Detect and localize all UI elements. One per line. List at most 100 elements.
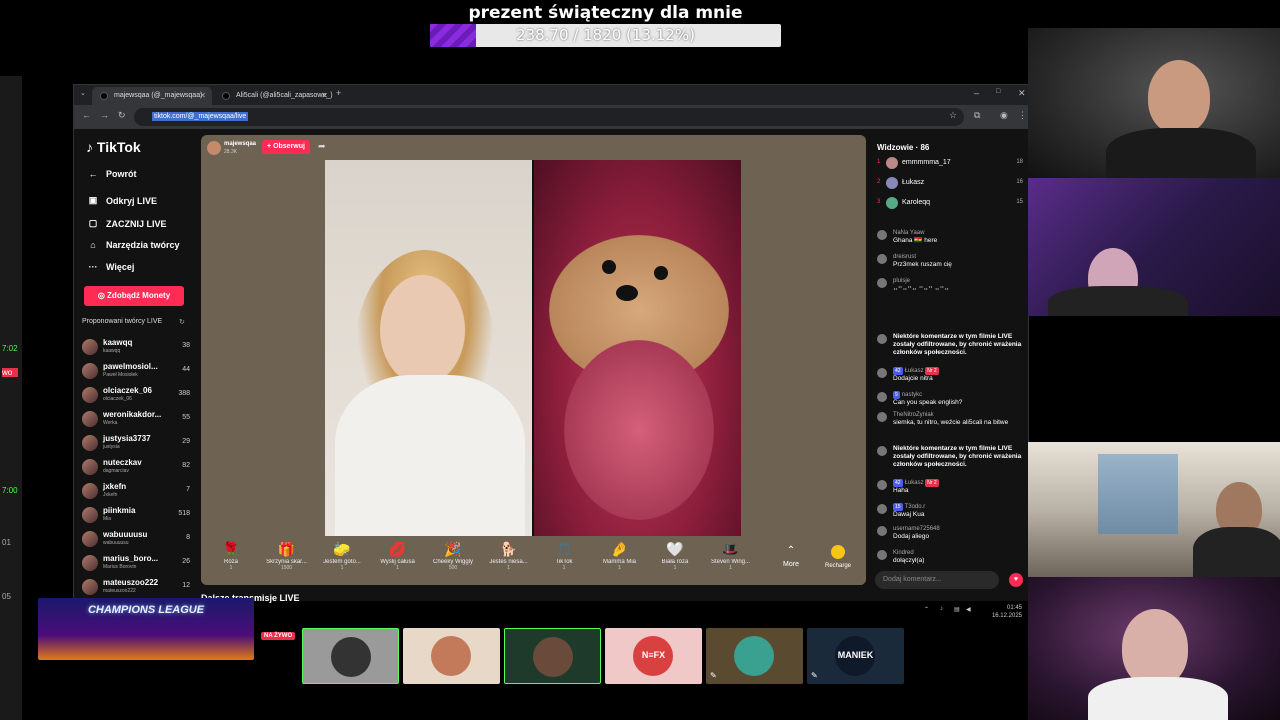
stream-thumbnail[interactable]	[504, 628, 601, 684]
gift-item[interactable]: 🎁 Skrzynia skar... 1500	[259, 541, 315, 571]
network-icon[interactable]: ▤	[954, 606, 960, 613]
more-gifts-button[interactable]: ⌃ More	[776, 545, 806, 568]
new-tab-button[interactable]: +	[336, 88, 341, 98]
gift-item[interactable]: 💋 Wyślij całusa 1	[370, 541, 426, 571]
follow-button[interactable]: + Obserwuj	[262, 140, 310, 154]
comment-input[interactable]: Dodaj komentarz...	[875, 571, 999, 589]
stream-thumbnail[interactable]: MANIEK ✎	[807, 628, 904, 684]
webcam-4	[1028, 577, 1280, 720]
viewer-rank: 3	[877, 199, 881, 205]
creator-name: jxkefn	[103, 482, 127, 491]
stream-thumbnail[interactable]	[302, 628, 399, 684]
tab-ali5cali[interactable]: Ali5cali (@ali5cali_zapasowe_) p ✕	[214, 87, 334, 117]
minimize-icon[interactable]: –	[974, 88, 979, 98]
stream-thumbnail[interactable]	[403, 628, 500, 684]
creator-item[interactable]: piinkmia Mia 518	[82, 503, 190, 527]
stream-thumbnail[interactable]: ✎	[706, 628, 803, 684]
gift-item[interactable]: 🎩 Steven Wing... 1	[703, 541, 759, 571]
bear-nose-shape	[616, 285, 638, 301]
tab-majewsqaa[interactable]: majewsqaa (@_majewsqaa) ✕	[92, 87, 212, 105]
bookmark-star-icon[interactable]: ☆	[949, 110, 957, 121]
close-window-icon[interactable]: ✕	[1018, 88, 1026, 99]
creator-item[interactable]: jxkefn Jxkefn 7	[82, 479, 190, 503]
left-app-strip: 7:02 wo 7:00 01 05	[0, 76, 22, 720]
stream-thumbnail[interactable]: N≡FX	[605, 628, 702, 684]
recharge-button[interactable]: Recharge	[816, 545, 860, 569]
creator-subtitle: Marius Borovin	[103, 564, 137, 570]
creator-item[interactable]: weronikakdor... Werka 55	[82, 407, 190, 431]
forward-icon[interactable]: →	[100, 110, 109, 120]
webcam-3	[1028, 442, 1280, 577]
creator-item[interactable]: pawelmosiol... Paweł Mosiołek 44	[82, 359, 190, 383]
gift-icon: 🧽	[333, 541, 351, 557]
reload-icon[interactable]: ↻	[118, 110, 126, 121]
mic-icon[interactable]: ♪	[940, 606, 943, 612]
volume-icon[interactable]: ◀	[966, 606, 971, 613]
creator-item[interactable]: marius_boro... Marius Borovin 26	[82, 551, 190, 575]
sidebar-item-start-live[interactable]: ▢ ZACZNIJ LIVE	[88, 218, 167, 229]
avatar	[877, 550, 887, 560]
back-icon[interactable]: ←	[82, 110, 91, 120]
chat-username[interactable]: TheNitroZyniak	[893, 412, 934, 418]
tray-clock[interactable]: 01:45 16.12.2025	[992, 604, 1022, 620]
sidebar-item-back[interactable]: ← Powrót	[88, 169, 137, 179]
url-input[interactable]: tiktok.com/@_majewsqaa/live	[134, 108, 964, 126]
creator-subtitle: Jxkefn	[103, 492, 118, 498]
gift-item[interactable]: 🐕 Jesteś niesa... 1	[481, 541, 537, 571]
gift-item[interactable]: 🎉 Cheeky Wiggly 500	[425, 541, 481, 571]
sidebar-item-label: Odkryj LIVE	[106, 195, 158, 206]
viewers-title[interactable]: Widzowie · 86	[877, 143, 929, 152]
chat-username[interactable]: pluisje	[893, 278, 910, 284]
tiktok-logo[interactable]: ♪ TikTok	[86, 139, 141, 155]
chat-username[interactable]: Kindred	[893, 550, 914, 556]
face-shape	[380, 275, 465, 385]
gift-item[interactable]: 🧽 Jestem goto... 1	[314, 541, 370, 571]
sidebar-item-more[interactable]: ··· Więcej	[88, 262, 135, 272]
strip-mark: 01	[2, 538, 11, 547]
creator-item[interactable]: justysia3737 justysia 29	[82, 431, 190, 455]
arrow-left-icon: ←	[88, 169, 98, 179]
chat-username[interactable]: username725648	[893, 526, 940, 532]
close-icon[interactable]: ✕	[199, 87, 206, 105]
refresh-icon[interactable]: ↻	[179, 318, 185, 326]
viewer-rank: 1	[877, 159, 881, 165]
streamer-avatar[interactable]	[207, 141, 221, 155]
share-icon[interactable]: ➦	[318, 141, 326, 152]
menu-icon[interactable]: ⋮	[1018, 110, 1027, 121]
chat-username[interactable]: Łukasz	[905, 368, 924, 374]
extensions-icon[interactable]: ⧉	[974, 110, 980, 121]
chat-username[interactable]: NaNa Yaaw	[893, 230, 924, 236]
tab-search-icon[interactable]: ⌄	[80, 89, 86, 97]
profile-icon[interactable]: ◉	[1000, 110, 1008, 121]
tiktok-favicon-icon	[100, 92, 108, 100]
chat-username[interactable]: dreisrust	[893, 254, 916, 260]
chat-message-text: Haha	[893, 487, 909, 494]
viewer-item[interactable]: 1 emmmmma_17 18	[877, 155, 1023, 173]
creator-viewer-count: 82	[182, 462, 190, 469]
creator-item[interactable]: mateuszoo222 mateuszoo222 12	[82, 575, 190, 599]
viewer-item[interactable]: 3 Karoleqq 15	[877, 195, 1023, 213]
chat-username[interactable]: Łukasz	[905, 480, 924, 486]
creator-item[interactable]: kaawqq kaawqq 38	[82, 335, 190, 359]
viewer-item[interactable]: 2 Łukasz 16	[877, 175, 1023, 193]
live-stream: majewsqaa 28.3K + Obserwuj ➦ 🌹 Róża 1 🎁 Skrz…	[201, 135, 866, 585]
heart-icon[interactable]: ♥	[1009, 573, 1023, 587]
gift-item[interactable]: 🎵 TikTok 1	[536, 541, 592, 571]
chat-username[interactable]: T3odo.r	[905, 504, 926, 510]
gift-item[interactable]: 🌹 Róża 1	[203, 541, 259, 571]
sidebar-item-creator-tools[interactable]: ⌂ Narzędzia twórcy	[88, 240, 179, 250]
creator-item[interactable]: wabuuuusu wabuuuusu 8	[82, 527, 190, 551]
more-label: More	[783, 561, 799, 568]
chat-username[interactable]: nastykc	[902, 392, 922, 398]
gift-item[interactable]: 🤍 Biała róża 1	[647, 541, 703, 571]
sidebar-item-discover-live[interactable]: ▣ Odkryj LIVE	[88, 195, 157, 206]
maximize-icon[interactable]: □	[996, 88, 1000, 95]
close-icon[interactable]: ✕	[321, 87, 328, 105]
streamer-name[interactable]: majewsqaa	[224, 141, 256, 147]
chevron-up-icon[interactable]: ⌃	[924, 606, 929, 613]
creator-item[interactable]: olciaczek_06 olciaczek_06 388	[82, 383, 190, 407]
get-coins-button[interactable]: ◎ Zdobądź Monety	[84, 286, 184, 306]
gift-item[interactable]: 🤌 Mamma Mia 1	[592, 541, 648, 571]
creator-viewer-count: 8	[186, 534, 190, 541]
creator-item[interactable]: nuteczkav dagmarciav 82	[82, 455, 190, 479]
